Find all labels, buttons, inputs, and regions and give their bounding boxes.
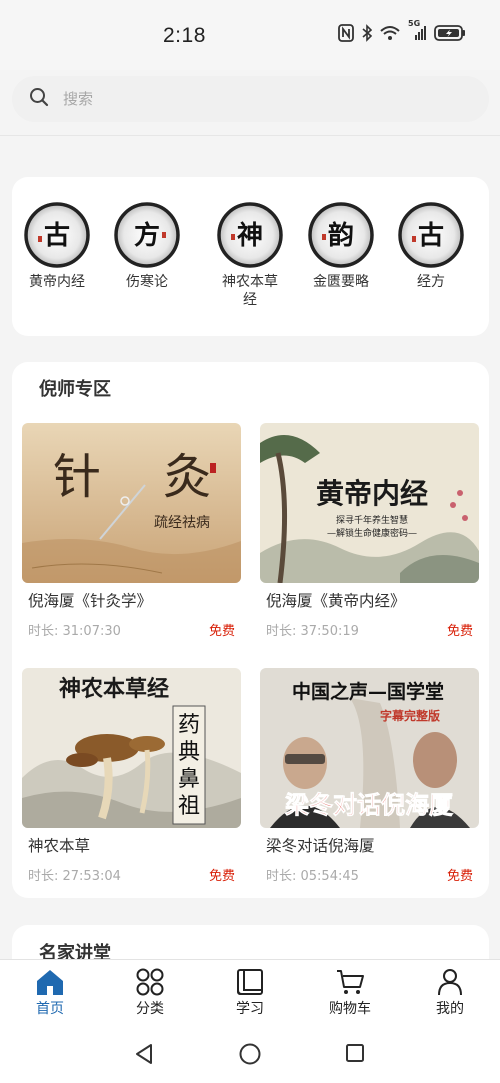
svg-text:神农本草经: 神农本草经 [59,676,169,702]
svg-text:疏经祛病: 疏经祛病 [154,515,210,531]
video-duration: 时长: 31:07:30 [28,624,121,639]
search-icon [29,87,49,111]
svg-text:中国之声—国学堂: 中国之声—国学堂 [292,680,444,703]
video-title: 倪海厦《黄帝内经》 [266,592,406,610]
video-thumbnail: 中国之声—国学堂 字幕完整版 梁冬对话倪海厦 [260,668,479,828]
svg-text:祖: 祖 [178,794,200,819]
back-icon[interactable] [134,1043,154,1065]
search-bar[interactable] [12,76,489,122]
tab-mine[interactable]: 我的 [410,968,490,1018]
category-icon-shennong: 神 [217,202,283,268]
video-card-huangdi[interactable]: 黄帝内经 探寻千年养生智慧 —解锁生命健康密码— 倪海厦《黄帝内经》 时长: 3… [260,423,479,639]
price-badge: 免费 [446,869,473,884]
svg-text:古: 古 [44,221,70,251]
svg-text:典: 典 [178,740,200,765]
category-label: 金匮要略 [313,274,369,290]
category-item-huangdi[interactable]: 古 黄帝内经 [12,202,102,291]
home-icon [37,970,63,995]
svg-text:神: 神 [237,221,263,251]
category-icon-huangdi: 古 [24,202,90,268]
video-meta: 时长: 27:53:04 免费 [22,865,241,884]
tab-study[interactable]: 学习 [210,968,290,1018]
category-label: 神农本草经 [222,274,278,308]
price-badge: 免费 [208,869,235,884]
svg-text:字幕完整版: 字幕完整版 [380,708,440,723]
svg-text:探寻千年养生智慧: 探寻千年养生智慧 [336,514,408,526]
battery-icon [434,24,466,42]
system-nav-bar [0,1025,500,1083]
category-icon [136,968,164,996]
svg-text:针: 针 [53,449,101,505]
svg-text:梁冬对话倪海厦: 梁冬对话倪海厦 [284,790,453,819]
video-thumbnail: 黄帝内经 探寻千年养生智慧 —解锁生命健康密码— [260,423,479,583]
price-badge: 免费 [208,624,235,639]
video-duration: 时长: 27:53:04 [28,869,121,884]
bluetooth-icon [362,24,372,42]
category-item-jingfang[interactable]: 古 经方 [386,202,476,291]
category-label: 黄帝内经 [29,274,85,290]
user-icon [438,969,462,996]
status-bar: 2:18 5G [0,0,500,70]
category-card: 古 黄帝内经 方 伤寒论 神 神农本草经 韵 金匮要略 古 经方 [12,177,489,336]
category-icon-jingfang: 古 [398,202,464,268]
search-input[interactable] [63,90,443,108]
bottom-tab-bar: 首页 分类 学习 购物车 我的 [0,959,500,1025]
video-thumbnail: 针 灸 疏经祛病 [22,423,241,583]
tab-home[interactable]: 首页 [10,968,90,1018]
tab-category[interactable]: 分类 [110,968,190,1018]
status-time: 2:18 [163,24,206,47]
svg-text:黄帝内经: 黄帝内经 [316,477,428,510]
category-item-shanghan[interactable]: 方 伤寒论 [102,202,192,291]
book-icon [237,969,263,995]
section-title: 倪师专区 [39,379,111,400]
video-meta: 时长: 37:50:19 免费 [260,620,479,639]
category-item-shennong[interactable]: 神 神农本草经 [205,202,295,309]
video-title: 倪海厦《针灸学》 [28,592,153,610]
svg-text:古: 古 [418,221,444,251]
video-duration: 时长: 05:54:45 [266,869,359,884]
video-card-acupuncture[interactable]: 针 灸 疏经祛病 倪海厦《针灸学》 时长: 31:07:30 免费 [22,423,241,639]
video-title: 神农本草 [28,837,91,855]
video-meta: 时长: 31:07:30 免费 [22,620,241,639]
status-icons: 5G [338,19,466,42]
video-meta: 时长: 05:54:45 免费 [260,865,479,884]
nishi-section: 倪师专区 针 灸 疏经祛病 倪海厦《针灸学》 时长: 31:07:30 免费 黄… [12,362,489,898]
tab-cart[interactable]: 购物车 [310,968,390,1018]
video-duration: 时长: 37:50:19 [266,624,359,639]
svg-text:灸: 灸 [163,449,211,505]
svg-text:鼻: 鼻 [178,767,200,792]
category-item-jingui[interactable]: 韵 金匮要略 [296,202,386,291]
category-icon-shanghan: 方 [114,202,180,268]
signal-icon: 5G [408,19,426,41]
svg-text:韵: 韵 [328,220,354,251]
video-card-liangdong[interactable]: 中国之声—国学堂 字幕完整版 梁冬对话倪海厦 梁冬对话倪海厦 时长: 05:54… [260,668,479,884]
video-thumbnail: 神农本草经 药 典 鼻 祖 [22,668,241,828]
nfc-icon [338,24,354,42]
category-label: 经方 [417,274,445,290]
home-nav-icon[interactable] [239,1043,261,1065]
header-divider [0,135,500,136]
video-card-shennong[interactable]: 神农本草经 药 典 鼻 祖 神农本草 时长: 27:53:04 免费 [22,668,241,884]
category-label: 伤寒论 [126,274,168,290]
svg-text:—解锁生命健康密码—: —解锁生命健康密码— [327,527,417,539]
price-badge: 免费 [446,624,473,639]
video-title: 梁冬对话倪海厦 [266,837,375,855]
wifi-icon [380,25,400,41]
category-icon-jingui: 韵 [308,202,374,268]
svg-text:方: 方 [134,220,160,251]
recents-icon[interactable] [345,1043,365,1063]
cart-icon [337,970,364,994]
svg-text:药: 药 [178,713,200,738]
